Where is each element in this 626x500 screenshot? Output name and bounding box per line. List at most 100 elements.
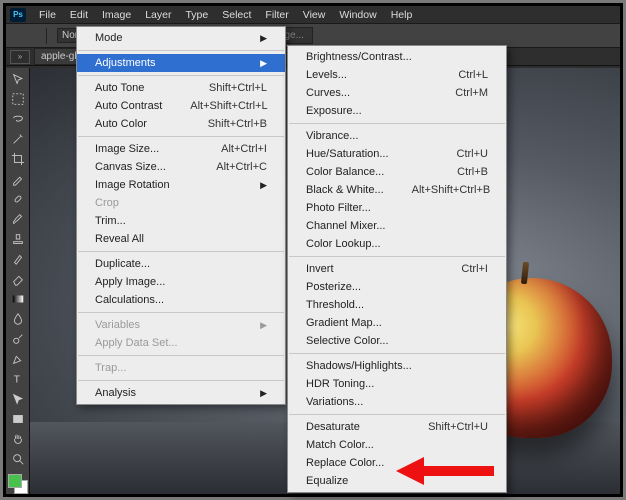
menu-view[interactable]: View bbox=[296, 7, 333, 23]
menu-image[interactable]: Image bbox=[95, 7, 138, 23]
menu-item-brightness-contrast[interactable]: Brightness/Contrast... bbox=[288, 48, 506, 66]
menubar: Ps FileEditImageLayerTypeSelectFilterVie… bbox=[6, 6, 620, 24]
tool-crop[interactable] bbox=[8, 150, 28, 168]
tool-eyedropper[interactable] bbox=[8, 170, 28, 188]
menu-item-adjustments[interactable]: Adjustments▶ bbox=[77, 54, 285, 72]
menu-item-analysis[interactable]: Analysis▶ bbox=[77, 384, 285, 402]
menu-file[interactable]: File bbox=[32, 7, 63, 23]
menu-item-label: Apply Image... bbox=[95, 276, 165, 288]
menu-item-black-white[interactable]: Black & White... Alt+Shift+Ctrl+B bbox=[288, 181, 506, 199]
menu-item-curves[interactable]: Curves...Ctrl+M bbox=[288, 84, 506, 102]
tool-type[interactable]: T bbox=[8, 370, 28, 388]
menu-item-auto-color[interactable]: Auto ColorShift+Ctrl+B bbox=[77, 115, 285, 133]
menu-item-gradient-map[interactable]: Gradient Map... bbox=[288, 314, 506, 332]
menu-item-levels[interactable]: Levels...Ctrl+L bbox=[288, 66, 506, 84]
tool-heal[interactable] bbox=[8, 190, 28, 208]
menu-item-label: Apply Data Set... bbox=[95, 337, 178, 349]
menu-item-image-rotation[interactable]: Image Rotation▶ bbox=[77, 176, 285, 194]
submenu-arrow-icon: ▶ bbox=[260, 388, 267, 399]
menu-item-label: Channel Mixer... bbox=[306, 220, 385, 232]
menu-item-label: Reveal All bbox=[95, 233, 144, 245]
menu-type[interactable]: Type bbox=[178, 7, 215, 23]
menu-item-shortcut: Alt+Ctrl+I bbox=[221, 143, 267, 155]
menu-item-shortcut: Alt+Shift+Ctrl+B bbox=[412, 184, 491, 196]
menu-item-label: Vibrance... bbox=[306, 130, 358, 142]
color-swatch[interactable] bbox=[8, 474, 28, 494]
menu-item-canvas-size[interactable]: Canvas Size...Alt+Ctrl+C bbox=[77, 158, 285, 176]
menu-item-trap: Trap... bbox=[77, 359, 285, 377]
app-logo-icon: Ps bbox=[10, 8, 26, 22]
menu-edit[interactable]: Edit bbox=[63, 7, 95, 23]
menu-item-label: Match Color... bbox=[306, 439, 374, 451]
menu-window[interactable]: Window bbox=[332, 7, 383, 23]
menu-item-mode[interactable]: Mode▶ bbox=[77, 29, 285, 47]
menu-item-selective-color[interactable]: Selective Color... bbox=[288, 332, 506, 350]
menu-item-color-balance[interactable]: Color Balance...Ctrl+B bbox=[288, 163, 506, 181]
menu-item-variables: Variables▶ bbox=[77, 316, 285, 334]
menu-item-variations[interactable]: Variations... bbox=[288, 393, 506, 411]
menu-layer[interactable]: Layer bbox=[138, 7, 178, 23]
menu-item-label: Image Rotation bbox=[95, 179, 170, 191]
tool-hand[interactable] bbox=[8, 430, 28, 448]
tool-gradient[interactable] bbox=[8, 290, 28, 308]
tool-path[interactable] bbox=[8, 390, 28, 408]
menu-item-channel-mixer[interactable]: Channel Mixer... bbox=[288, 217, 506, 235]
menu-item-color-lookup[interactable]: Color Lookup... bbox=[288, 235, 506, 253]
menu-help[interactable]: Help bbox=[384, 7, 420, 23]
menu-item-posterize[interactable]: Posterize... bbox=[288, 278, 506, 296]
menu-select[interactable]: Select bbox=[215, 7, 258, 23]
tool-stamp[interactable] bbox=[8, 230, 28, 248]
menu-item-label: Auto Contrast bbox=[95, 100, 162, 112]
menu-item-equalize[interactable]: Equalize bbox=[288, 472, 506, 490]
menu-item-match-color[interactable]: Match Color... bbox=[288, 436, 506, 454]
tool-brush[interactable] bbox=[8, 210, 28, 228]
menu-item-threshold[interactable]: Threshold... bbox=[288, 296, 506, 314]
tools-panel: T bbox=[6, 68, 30, 494]
tool-zoom[interactable] bbox=[8, 450, 28, 468]
menu-item-label: Variations... bbox=[306, 396, 363, 408]
menu-item-label: Color Balance... bbox=[306, 166, 384, 178]
tool-wand[interactable] bbox=[8, 130, 28, 148]
menu-item-hue-saturation[interactable]: Hue/Saturation...Ctrl+U bbox=[288, 145, 506, 163]
menu-item-duplicate[interactable]: Duplicate... bbox=[77, 255, 285, 273]
menu-item-label: Black & White... bbox=[306, 184, 384, 196]
adjustments-submenu: Brightness/Contrast...Levels...Ctrl+LCur… bbox=[287, 45, 507, 493]
menu-item-vibrance[interactable]: Vibrance... bbox=[288, 127, 506, 145]
menu-item-replace-color[interactable]: Replace Color... bbox=[288, 454, 506, 472]
menu-item-hdr-toning[interactable]: HDR Toning... bbox=[288, 375, 506, 393]
menu-filter[interactable]: Filter bbox=[258, 7, 295, 23]
menu-item-auto-contrast[interactable]: Auto ContrastAlt+Shift+Ctrl+L bbox=[77, 97, 285, 115]
menu-item-calculations[interactable]: Calculations... bbox=[77, 291, 285, 309]
menu-item-apply-image[interactable]: Apply Image... bbox=[77, 273, 285, 291]
menu-item-label: Equalize bbox=[306, 475, 348, 487]
tool-dodge[interactable] bbox=[8, 330, 28, 348]
menu-item-label: Posterize... bbox=[306, 281, 361, 293]
menu-item-shortcut: Shift+Ctrl+L bbox=[209, 82, 267, 94]
menu-item-auto-tone[interactable]: Auto ToneShift+Ctrl+L bbox=[77, 79, 285, 97]
menu-item-shortcut: Ctrl+M bbox=[455, 87, 488, 99]
menu-item-label: Replace Color... bbox=[306, 457, 384, 469]
tool-marquee[interactable] bbox=[8, 90, 28, 108]
menu-item-trim[interactable]: Trim... bbox=[77, 212, 285, 230]
tab-overflow-icon[interactable]: » bbox=[10, 50, 30, 64]
tool-move[interactable] bbox=[8, 70, 28, 88]
image-menu: Mode▶Adjustments▶Auto ToneShift+Ctrl+LAu… bbox=[76, 26, 286, 405]
menu-item-photo-filter[interactable]: Photo Filter... bbox=[288, 199, 506, 217]
menu-item-invert[interactable]: InvertCtrl+I bbox=[288, 260, 506, 278]
menu-item-exposure[interactable]: Exposure... bbox=[288, 102, 506, 120]
tool-history[interactable] bbox=[8, 250, 28, 268]
menu-item-label: Auto Color bbox=[95, 118, 147, 130]
menu-item-apply-data-set: Apply Data Set... bbox=[77, 334, 285, 352]
tool-lasso[interactable] bbox=[8, 110, 28, 128]
tool-blur[interactable] bbox=[8, 310, 28, 328]
tool-eraser[interactable] bbox=[8, 270, 28, 288]
menu-item-reveal-all[interactable]: Reveal All bbox=[77, 230, 285, 248]
menu-item-desaturate[interactable]: DesaturateShift+Ctrl+U bbox=[288, 418, 506, 436]
tool-pen[interactable] bbox=[8, 350, 28, 368]
menu-item-image-size[interactable]: Image Size...Alt+Ctrl+I bbox=[77, 140, 285, 158]
menu-item-label: Mode bbox=[95, 32, 123, 44]
menu-item-label: Threshold... bbox=[306, 299, 364, 311]
tool-rect[interactable] bbox=[8, 410, 28, 428]
menu-item-label: Trap... bbox=[95, 362, 126, 374]
menu-item-shadows-highlights[interactable]: Shadows/Highlights... bbox=[288, 357, 506, 375]
